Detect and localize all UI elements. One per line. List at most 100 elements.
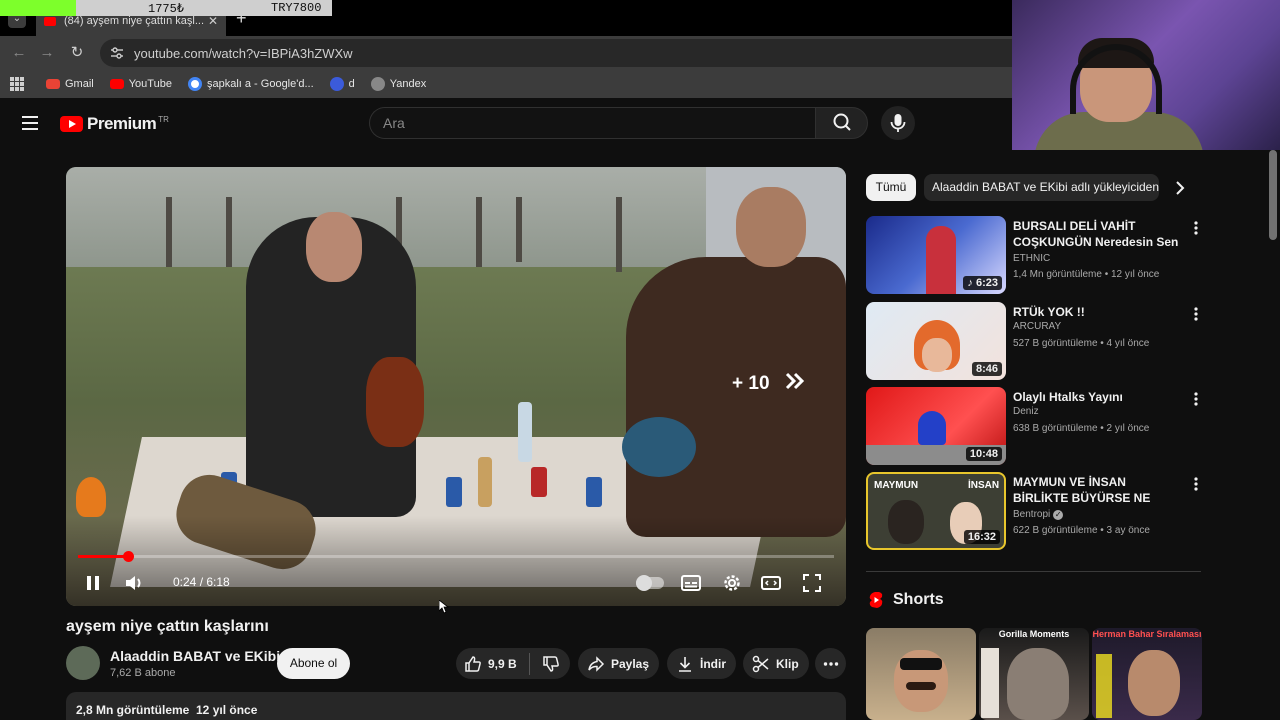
recommendation-channel: Deniz	[1013, 406, 1039, 417]
site-info-icon[interactable]	[110, 46, 124, 60]
channel-name[interactable]: Alaaddin BABAT ve EKibi	[110, 648, 280, 664]
subscribe-button[interactable]: Abone ol	[277, 648, 350, 679]
recommendation-thumbnail[interactable]: ♪ 6:23	[866, 216, 1006, 294]
thumbs-down-icon[interactable]	[542, 655, 560, 673]
more-vertical-icon[interactable]	[1188, 306, 1204, 322]
download-button[interactable]: İndir	[667, 648, 736, 679]
video-frame-drum	[622, 417, 696, 477]
recommendation-meta: 1,4 Mn görüntüleme • 12 yıl önce	[1013, 269, 1160, 280]
short-item[interactable]: Gorilla Moments	[979, 628, 1089, 720]
search-icon	[833, 113, 851, 131]
verified-badge-icon: ✓	[1053, 510, 1064, 520]
youtube-favicon-icon	[44, 16, 56, 26]
stream-counter-left: 1775₺	[148, 2, 185, 16]
microphone-icon	[890, 114, 906, 132]
more-vertical-icon[interactable]	[1188, 391, 1204, 407]
bookmark-yandex[interactable]: Yandex	[370, 77, 426, 91]
search-button[interactable]	[815, 107, 868, 139]
video-frame-fire	[76, 477, 106, 517]
short-item[interactable]	[866, 628, 976, 720]
download-icon	[679, 656, 691, 672]
youtube-icon	[109, 79, 124, 89]
video-frame-violin	[366, 357, 424, 447]
url-text: youtube.com/watch?v=IBPiA3hZWXw	[134, 45, 353, 61]
youtube-logo-icon	[60, 116, 83, 132]
duration-badge: ♪ 6:23	[963, 276, 1002, 290]
tab-title: (84) ayşem niye çattın kaşl...	[64, 15, 204, 27]
bookmark-d[interactable]: d	[329, 77, 355, 91]
settings-gear-icon[interactable]	[721, 572, 743, 594]
recommendation-meta: 638 B görüntüleme • 2 yıl önce	[1013, 423, 1150, 434]
recommendation-title: RTÜk YOK !!	[1013, 305, 1085, 319]
globe-icon	[370, 77, 385, 91]
share-arrow-icon	[588, 655, 605, 672]
game-avatar-icon	[329, 77, 344, 91]
forward-arrow-icon[interactable]: →	[38, 44, 56, 62]
chevron-right-icon[interactable]	[1172, 180, 1188, 196]
volume-icon[interactable]	[123, 572, 145, 594]
youtube-header: Premium TR Ara	[0, 98, 1280, 150]
double-chevron-right-icon	[785, 372, 805, 390]
shorts-section-title: Shorts	[893, 591, 944, 608]
recommendation-thumbnail[interactable]: MAYMUN İNSAN 16:32	[866, 472, 1006, 550]
recommendation-item[interactable]: 8:46 RTÜk YOK !! ARCURAY 527 B görüntüle…	[866, 302, 1206, 380]
seek-forward-badge: + 10	[732, 373, 770, 394]
bookmark-youtube[interactable]: YouTube	[109, 78, 172, 90]
youtube-premium-logo[interactable]: Premium TR	[60, 114, 169, 134]
menu-icon[interactable]	[22, 116, 38, 130]
voice-search-button[interactable]	[881, 106, 915, 140]
bookmark-gmail[interactable]: Gmail	[46, 78, 94, 90]
recommendation-meta: 527 B görüntüleme • 4 yıl önce	[1013, 338, 1150, 349]
short-label: Herman Bahar Sıralaması	[1092, 629, 1202, 639]
address-bar[interactable]: youtube.com/watch?v=IBPiA3hZWXw	[100, 39, 1012, 67]
duration-badge: 10:48	[965, 447, 1002, 461]
reload-icon[interactable]: ↻	[68, 44, 86, 62]
bookmark-google[interactable]: şapkalı a - Google'd...	[187, 77, 314, 91]
fullscreen-icon[interactable]	[801, 572, 823, 594]
chip-all[interactable]: Tümü	[866, 174, 916, 201]
recommendation-channel: Bentropi ✓	[1013, 509, 1064, 520]
video-player[interactable]: + 10 0:24 / 6:18	[66, 167, 846, 606]
mouse-cursor-icon	[439, 600, 449, 614]
apps-grid-icon[interactable]	[10, 77, 24, 91]
recommendation-title: Olaylı Htalks Yayını	[1013, 390, 1123, 404]
more-horizontal-icon	[823, 661, 838, 666]
shorts-icon	[869, 592, 883, 608]
autoplay-toggle[interactable]	[636, 575, 664, 591]
progress-scrubber[interactable]	[122, 551, 134, 562]
short-item[interactable]: Herman Bahar Sıralaması	[1092, 628, 1202, 720]
page-scrollbar[interactable]	[1269, 150, 1277, 240]
description-box[interactable]: 2,8 Mn görüntüleme 12 yıl önce	[66, 692, 846, 720]
progress-played	[78, 555, 128, 558]
recommendation-item[interactable]: ♪ 6:23 BURSALI DELİ VAHİT COŞKUNGÜN Nere…	[866, 216, 1206, 294]
back-arrow-icon[interactable]: ←	[10, 44, 28, 62]
progress-bar[interactable]	[78, 551, 834, 562]
recommendation-item[interactable]: 10:48 Olaylı Htalks Yayını Deniz 638 B g…	[866, 387, 1206, 465]
browser-toolbar: ← → ↻ youtube.com/watch?v=IBPiA3hZWXw	[0, 36, 1012, 70]
more-vertical-icon[interactable]	[1188, 220, 1204, 236]
recommendation-item[interactable]: MAYMUN İNSAN 16:32 MAYMUN VE İNSAN BİRLİ…	[866, 472, 1206, 550]
search-input[interactable]: Ara	[369, 107, 815, 139]
recommendation-thumbnail[interactable]: 8:46	[866, 302, 1006, 380]
short-label: Gorilla Moments	[998, 629, 1070, 639]
subtitles-icon[interactable]	[680, 572, 702, 594]
more-vertical-icon[interactable]	[1188, 476, 1204, 492]
pause-icon[interactable]	[82, 572, 104, 594]
tab-close-icon[interactable]: ✕	[208, 14, 218, 28]
recommendation-channel: ETHNIC	[1013, 253, 1051, 264]
clip-button[interactable]: Klip	[743, 648, 809, 679]
channel-avatar[interactable]	[66, 646, 100, 680]
time-display: 0:24 / 6:18	[173, 575, 230, 589]
theater-mode-icon[interactable]	[760, 572, 782, 594]
like-button[interactable]: 9,9 B	[464, 655, 517, 673]
stream-progress-indicator	[0, 0, 76, 16]
stream-overlay-bar: 1775₺ TRY7800	[0, 0, 332, 16]
chip-from-uploader[interactable]: Alaaddin BABAT ve EKibi adlı yükleyicide…	[924, 174, 1159, 201]
share-button[interactable]: Paylaş	[578, 648, 659, 679]
duration-badge: 16:32	[963, 530, 1000, 544]
subscriber-count: 7,62 B abone	[110, 667, 176, 679]
section-divider	[866, 571, 1201, 572]
more-actions-button[interactable]	[815, 648, 846, 679]
thumbs-up-icon	[465, 655, 481, 672]
recommendation-thumbnail[interactable]: 10:48	[866, 387, 1006, 465]
